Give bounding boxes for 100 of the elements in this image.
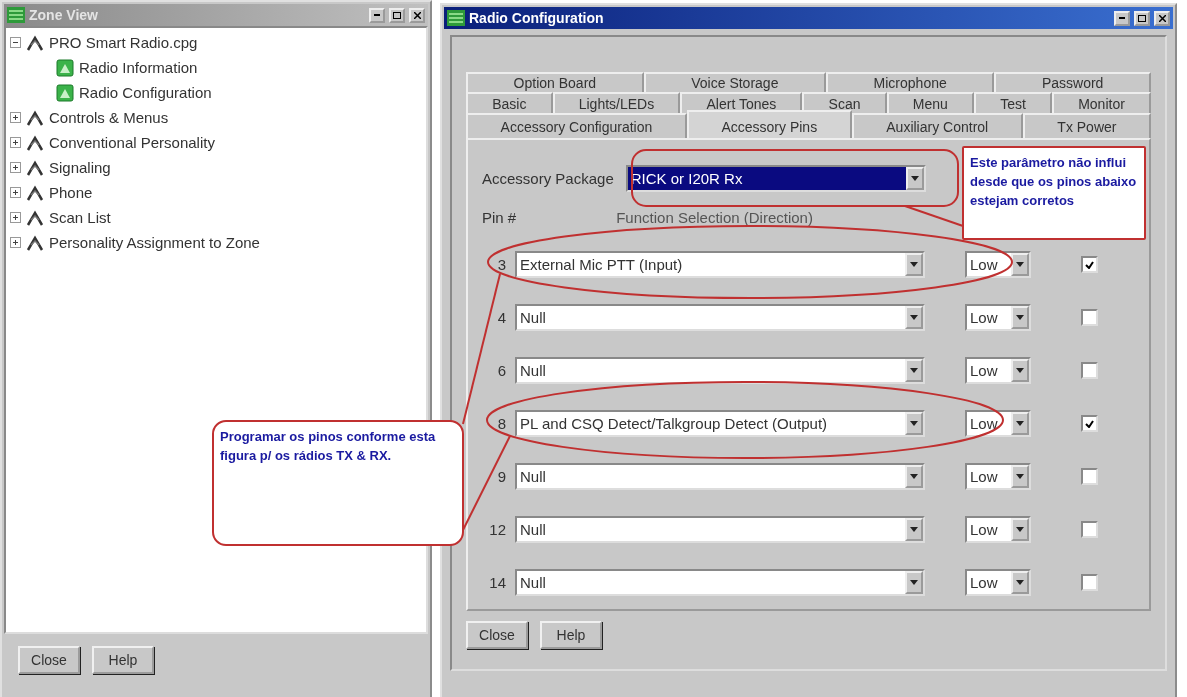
pin-number: 4 [496,309,506,326]
column-header: Pin # [482,209,517,226]
checkmark-icon [1085,419,1094,428]
field-label: Accessory Package [482,169,614,187]
window-title: Zone View [29,7,99,23]
tab[interactable]: Voice Storage [643,71,826,93]
close-icon [1158,14,1166,22]
minimize-icon [374,14,380,16]
dropdown-arrow-icon [910,474,918,479]
dialog-button[interactable]: Help [92,646,154,674]
pin-number: 3 [496,256,506,273]
document-icon [56,58,74,77]
tree-item[interactable]: Radio Configuration [79,84,212,101]
tab[interactable]: Password [994,71,1151,93]
dropdown-arrow-icon [1016,421,1024,426]
checkbox[interactable] [1081,309,1098,326]
checkbox[interactable] [1081,362,1098,379]
pin-number: 12 [488,521,506,538]
minimize-button[interactable] [1114,10,1130,26]
tree-item[interactable]: Controls & Menus [49,109,169,126]
dialog-button[interactable]: Help [540,621,602,649]
checkbox[interactable] [1081,415,1098,432]
dropdown[interactable]: Null [515,516,925,543]
close-button[interactable] [1154,10,1170,26]
dropdown[interactable]: Null [515,357,925,384]
tab[interactable]: Option Board [466,71,644,93]
dropdown[interactable]: Low [965,569,1031,596]
tab[interactable]: Tx Power [1022,113,1151,138]
expand-icon[interactable] [10,237,21,248]
column-header: Function Selection (Direction) [616,209,813,226]
pin-number: 9 [496,468,506,485]
tab[interactable]: Monitor [1052,92,1151,113]
tree-item[interactable]: Radio Information [79,59,198,76]
expand-icon[interactable] [10,212,21,223]
maximize-button[interactable] [389,7,405,23]
dialog-button[interactable]: Close [466,621,528,649]
dropdown-arrow-icon [1016,580,1024,585]
expand-icon[interactable] [10,187,21,198]
collapse-icon[interactable] [10,37,21,48]
dropdown[interactable]: External Mic PTT (Input) [515,251,925,278]
checkmark-icon [1085,260,1094,269]
tab[interactable]: Auxiliary Control [851,113,1023,138]
antenna-icon [26,233,44,252]
tree-item[interactable]: Phone [49,184,93,201]
maximize-icon [393,11,401,19]
dropdown[interactable]: Null [515,304,925,331]
minimize-button[interactable] [369,7,385,23]
annotation-callout: Programar os pinos conforme esta figura p/ os rádios TX & RX. [212,420,464,546]
tab[interactable]: Microphone [826,71,995,93]
checkbox[interactable] [1081,521,1098,538]
tree-item[interactable]: Scan List [49,209,111,226]
maximize-icon [1138,14,1146,22]
tree-item[interactable]: PRO Smart Radio.cpg [49,34,198,51]
app-icon [447,10,465,26]
dropdown[interactable]: Null [515,569,925,596]
dropdown-arrow-icon [1016,474,1024,479]
tree-item[interactable]: Signaling [49,159,111,176]
pin-number: 6 [496,362,506,379]
tab[interactable]: Accessory Configuration [466,113,687,138]
dropdown-arrow-icon [910,580,918,585]
dropdown[interactable]: Low [965,357,1031,384]
antenna-icon [26,183,44,202]
dropdown-arrow-icon [1016,315,1024,320]
close-button[interactable] [409,7,425,23]
dropdown[interactable]: Low [965,304,1031,331]
dropdown[interactable]: Null [515,463,925,490]
dropdown[interactable]: Low [965,463,1031,490]
dropdown-arrow-icon [910,315,918,320]
window-title: Radio Configuration [469,10,605,26]
antenna-icon [26,158,44,177]
checkbox[interactable] [1081,574,1098,591]
dropdown[interactable]: PL and CSQ Detect/Talkgroup Detect (Output) [515,410,925,437]
dropdown-arrow-icon [910,368,918,373]
maximize-button[interactable] [1134,10,1150,26]
document-icon [56,83,74,102]
dropdown[interactable]: Low [965,251,1031,278]
annotation-callout: Este parâmetro não influi desde que os pinos abaixo estejam corretos [962,146,1146,240]
dropdown[interactable]: Low [965,516,1031,543]
dropdown-arrow-icon [1016,262,1024,267]
dialog-button[interactable]: Close [18,646,80,674]
antenna-icon [26,108,44,127]
tab[interactable]: Basic [466,92,553,113]
leader-line [904,205,964,227]
tree-item[interactable]: Personality Assignment to Zone [49,234,260,251]
tree-item[interactable]: Conventional Personality [49,134,215,151]
close-icon [413,11,421,19]
expand-icon[interactable] [10,162,21,173]
antenna-icon [26,33,44,52]
tab[interactable]: Menu [886,92,974,113]
checkbox[interactable] [1081,468,1098,485]
dropdown-arrow-icon [910,527,918,532]
dropdown[interactable]: Low [965,410,1031,437]
antenna-icon [26,133,44,152]
expand-icon[interactable] [10,112,21,123]
pin-number: 8 [496,415,506,432]
checkbox[interactable] [1081,256,1098,273]
tab[interactable]: Lights/LEDs [552,92,681,113]
expand-icon[interactable] [10,137,21,148]
tab[interactable]: Test [974,92,1052,113]
dropdown-arrow-icon [910,262,918,267]
